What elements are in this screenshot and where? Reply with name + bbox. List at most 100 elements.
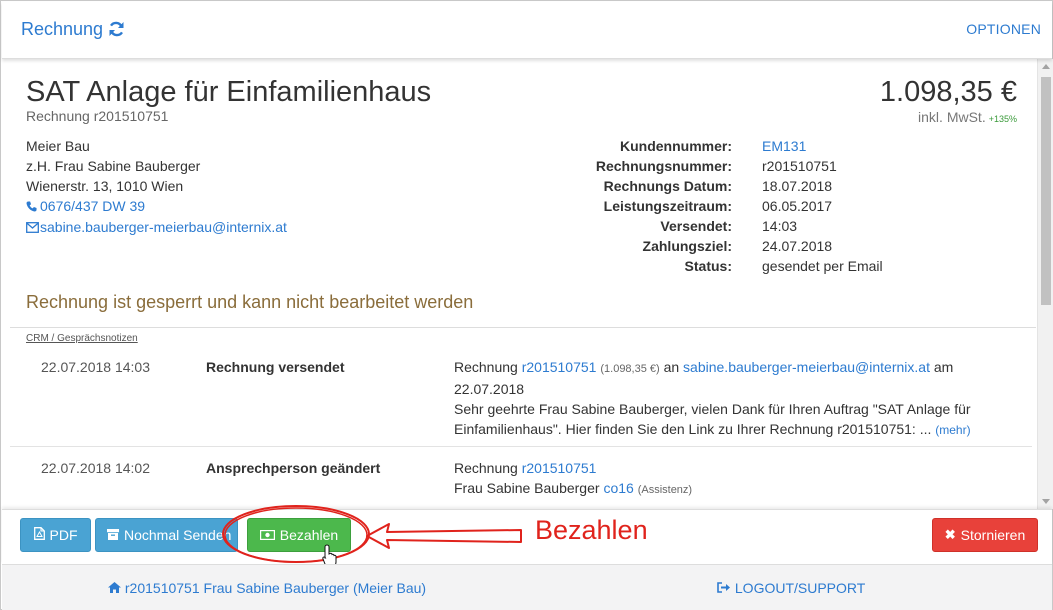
customer-address: Meier Bau z.H. Frau Sabine Bauberger Wie… — [26, 136, 287, 238]
cancel-invoice-button[interactable]: ✖ Stornieren — [932, 518, 1038, 552]
crm-entry-date: 22.07.2018 14:02 — [41, 460, 150, 476]
cancel-button-label: Stornieren — [960, 527, 1026, 543]
invoice-content[interactable]: SAT Anlage für Einfamilienhaus Rechnung … — [2, 59, 1038, 509]
archive-icon — [107, 527, 119, 543]
contact-link[interactable]: co16 — [603, 480, 633, 496]
options-link[interactable]: OPTIONEN — [966, 21, 1041, 37]
invoice-title: SAT Anlage für Einfamilienhaus — [26, 76, 432, 108]
pdf-button[interactable]: PDF — [20, 518, 91, 552]
status-value: gesendet per Email — [762, 258, 883, 274]
customer-phone[interactable]: 0676/437 DW 39 — [26, 196, 287, 217]
crm-entry-line: 22.07.2018 — [454, 381, 525, 397]
amount-percent: +135% — [988, 114, 1017, 124]
detail-label: Kundennummer: — [620, 138, 732, 154]
crm-entry-line: Sehr geehrte Frau Sabine Bauberger, viel… — [454, 401, 971, 417]
file-pdf-icon — [33, 527, 45, 543]
customer-street: Wienerstr. 13, 1010 Wien — [26, 178, 184, 194]
footer-invoice-text[interactable]: r201510751 Frau Sabine Bauberger (Meier … — [125, 580, 426, 596]
crm-entry-prefix: Rechnung — [454, 359, 522, 375]
amount-note: inkl. MwSt. +135% — [918, 109, 1017, 125]
detail-row: Rechnungsnummer: r201510751 — [562, 156, 883, 176]
more-link[interactable]: (mehr) — [935, 423, 970, 437]
crm-entry-action: Rechnung versendet — [206, 359, 345, 375]
entry-divider — [10, 446, 1032, 447]
footer-bar: r201510751 Frau Sabine Bauberger (Meier … — [2, 564, 1052, 610]
detail-row: Kundennummer: EM131 — [562, 136, 883, 156]
detail-label: Versendet: — [660, 218, 732, 234]
crm-entry-contact: Frau Sabine Bauberger — [454, 480, 604, 496]
annotation-label: Bezahlen — [535, 515, 648, 545]
scroll-down-icon[interactable] — [1042, 499, 1050, 504]
customer-email[interactable]: sabine.bauberger-meierbau@internix.at — [26, 217, 287, 238]
annotation-ellipse — [222, 505, 370, 563]
detail-label: Rechnungs Datum: — [603, 178, 732, 194]
page-title: Rechnung — [21, 19, 125, 42]
crm-entry-line: Rechnung r201510751 (1.098,35 €) an sabi… — [454, 357, 994, 379]
detail-value: r201510751 — [762, 158, 837, 174]
invoice-link[interactable]: r201510751 — [522, 460, 597, 476]
crm-entry-line: Frau Sabine Bauberger co16 (Assistenz) — [454, 478, 994, 500]
detail-row: Versendet: 14:03 — [562, 216, 883, 236]
invoice-subtitle: Rechnung r201510751 — [26, 108, 169, 124]
header-bar: Rechnung OPTIONEN — [2, 2, 1052, 59]
home-icon — [108, 580, 121, 596]
detail-row: Rechnungs Datum: 18.07.2018 — [562, 176, 883, 196]
app-window: Rechnung OPTIONEN SAT Anlage für Einfami… — [0, 0, 1053, 610]
crm-entry-line-text: Einfamilienhaus". Hier finden Sie den Li… — [454, 421, 932, 437]
detail-label: Zahlungsziel: — [642, 238, 732, 254]
invoice-amount: 1.098,35 € — [879, 76, 1017, 108]
phone-icon — [26, 197, 40, 217]
resend-button[interactable]: Nochmal Senden — [95, 518, 238, 552]
logout-support-text[interactable]: LOGOUT/SUPPORT — [735, 580, 865, 596]
vertical-scrollbar[interactable] — [1037, 59, 1053, 509]
crm-entry-date: 22.07.2018 14:03 — [41, 359, 150, 375]
detail-value: 14:03 — [762, 218, 798, 234]
crm-entry-action: Ansprechperson geändert — [206, 460, 381, 476]
invoice-details: Kundennummer: EM131 Rechnungsnummer: r2015… — [562, 136, 883, 276]
detail-row: Status: gesendet per Email — [562, 256, 883, 276]
crm-entry: 22.07.2018 14:03 Rechnung versendet Rech… — [10, 357, 1032, 437]
envelope-icon — [26, 218, 40, 238]
customer-number-link[interactable]: EM131 — [762, 136, 806, 156]
annotation-arrow — [366, 523, 522, 549]
refresh-icon[interactable] — [108, 21, 125, 42]
locked-message: Rechnung ist gesperrt und kann nicht bea… — [26, 292, 474, 312]
resend-button-label: Nochmal Senden — [124, 527, 232, 543]
crm-notes-link[interactable]: CRM / Gesprächsnotizen — [26, 333, 138, 344]
customer-contact: z.H. Frau Sabine Bauberger — [26, 158, 201, 174]
customer-company: Meier Bau — [26, 138, 90, 154]
detail-row: Leistungszeitraum: 06.05.2017 — [562, 196, 883, 216]
divider — [10, 327, 1036, 328]
detail-value: 18.07.2018 — [762, 178, 833, 194]
detail-label: Rechnungsnummer: — [595, 158, 732, 174]
detail-label: Status: — [684, 258, 732, 274]
crm-entry-text: Rechnung r201510751 Frau Sabine Bauberge… — [454, 458, 994, 500]
customer-phone-text[interactable]: 0676/437 DW 39 — [40, 198, 145, 214]
detail-value: 24.07.2018 — [762, 238, 833, 254]
detail-row: Zahlungsziel: 24.07.2018 — [562, 236, 883, 256]
logout-support-link[interactable]: LOGOUT/SUPPORT — [717, 580, 865, 596]
close-icon: ✖ — [944, 527, 956, 542]
crm-entry-note: (Assistenz) — [637, 484, 693, 496]
scrollbar-thumb[interactable] — [1041, 77, 1051, 305]
crm-entry-line: Rechnung r201510751 — [454, 458, 994, 478]
crm-entry-text: Rechnung r201510751 (1.098,35 €) an sabi… — [454, 357, 994, 440]
customer-email-text[interactable]: sabine.bauberger-meierbau@internix.at — [40, 219, 287, 235]
email-link[interactable]: sabine.bauberger-meierbau@internix.at — [683, 359, 930, 375]
action-bar: PDF Nochmal Senden Bezahlen ✖ Stornieren — [2, 509, 1052, 564]
pdf-button-label: PDF — [49, 527, 78, 543]
sign-out-icon — [717, 580, 731, 596]
crm-entry-connector: an — [659, 359, 684, 375]
detail-label: Leistungszeitraum: — [603, 198, 732, 214]
footer-invoice-link[interactable]: r201510751 Frau Sabine Bauberger (Meier … — [108, 580, 426, 596]
detail-value: 06.05.2017 — [762, 198, 833, 214]
scroll-up-icon[interactable] — [1042, 64, 1050, 69]
page-title-text: Rechnung — [21, 19, 104, 39]
crm-entry-prefix: Rechnung — [454, 460, 522, 476]
crm-entry-line: Einfamilienhaus". Hier finden Sie den Li… — [454, 419, 994, 440]
crm-entry-suffix: am — [929, 359, 954, 375]
crm-entry: 22.07.2018 14:02 Ansprechperson geändert… — [10, 458, 1032, 502]
crm-entry-amount: (1.098,35 €) — [600, 363, 660, 375]
invoice-link[interactable]: r201510751 — [522, 359, 597, 375]
amount-note-text: inkl. MwSt. — [918, 109, 986, 125]
